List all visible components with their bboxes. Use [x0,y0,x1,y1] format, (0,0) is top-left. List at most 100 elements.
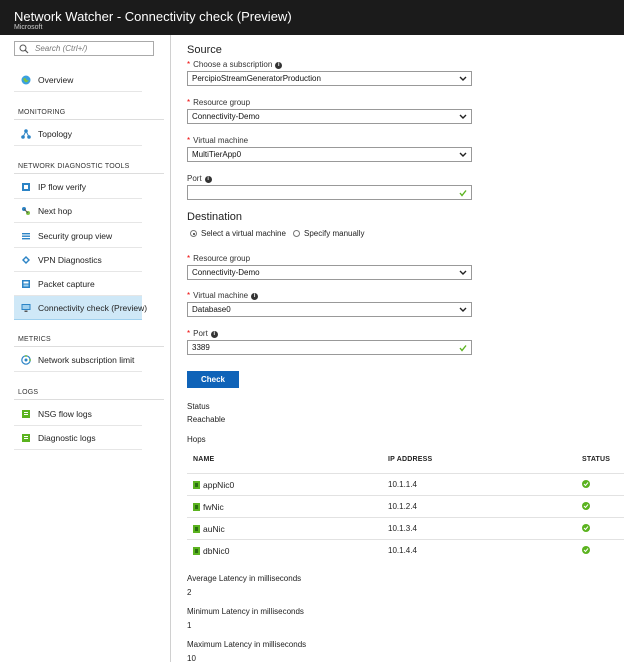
subscription-dropdown[interactable]: PercipioStreamGeneratorProduction [187,71,472,86]
column-header-status: STATUS [582,456,611,463]
check-circle-icon [582,502,590,510]
window-subtitle: Microsoft [14,24,43,31]
required-asterisk: * [187,329,191,338]
status-label: Status [187,402,210,411]
hop-name: dbNic0 [203,546,230,556]
check-circle-icon [582,524,590,532]
sidebar: Search (Ctrl+/) Overview MONITORING Topo… [0,35,171,662]
required-asterisk: * [187,254,191,263]
check-circle-icon [582,480,590,488]
check-circle-icon [582,546,590,554]
sidebar-item-diagnostic-logs[interactable]: Diagnostic logs [14,426,142,450]
search-input[interactable]: Search (Ctrl+/) [14,41,154,56]
table-row[interactable]: auNic 10.1.3.4 [187,517,624,539]
source-heading: Source [187,44,222,56]
source-vm-value: MultiTierApp0 [192,150,242,159]
radio-label: Select a virtual machine [201,229,286,238]
nic-icon [193,525,200,533]
checkmark-icon [459,190,467,197]
chevron-down-icon [459,270,467,275]
average-latency-label: Average Latency in milliseconds [187,574,302,583]
source-resource-group-label: * Resource group [187,98,251,107]
main-panel: Source * Choose a subscription i PercipioS… [172,35,624,663]
destination-type-radio-group: Select a virtual machine Specify manuall… [190,229,490,241]
monitor-icon [21,304,31,312]
radio-dot [190,230,197,237]
source-port-input[interactable] [187,185,472,200]
check-button[interactable]: Check [187,371,239,388]
log-icon [22,410,30,418]
info-icon: i [251,293,259,300]
chevron-down-icon [459,76,467,81]
hop-ip: 10.1.2.4 [388,502,417,511]
minimum-latency-value: 1 [187,621,192,630]
source-vm-dropdown[interactable]: MultiTierApp0 [187,147,472,162]
sidebar-item-connectivity-check[interactable]: Connectivity check (Preview) [14,296,147,320]
sidebar-item-security-group-view[interactable]: Security group view [14,224,142,248]
source-resource-group-value: Connectivity-Demo [192,112,260,121]
minimum-latency-label: Minimum Latency in milliseconds [187,607,304,616]
nic-icon [193,503,200,511]
destination-vm-label: * Virtual machine i [187,291,259,300]
title-bar: Network Watcher - Connectivity check (Pr… [0,0,624,35]
chevron-down-icon [459,152,467,157]
destination-vm-dropdown[interactable]: Database0 [187,302,472,317]
radio-dot [293,230,300,237]
topology-icon [21,129,31,139]
sidebar-item-overview[interactable]: Overview [14,68,142,92]
table-row[interactable]: fwNic 10.1.2.4 [187,495,624,517]
sidebar-item-label: Overview [38,75,74,85]
chevron-down-icon [459,307,467,312]
sidebar-item-label: Next hop [38,206,73,216]
divider [14,119,164,120]
source-resource-group-dropdown[interactable]: Connectivity-Demo [187,109,472,124]
info-icon: i [204,176,212,183]
sidebar-item-nsg-flow-logs[interactable]: NSG flow logs [14,402,142,426]
sidebar-item-label: Connectivity check (Preview) [38,303,148,313]
section-network-diagnostic-tools: NETWORK DIAGNOSTIC TOOLS [18,163,130,170]
search-placeholder: Search (Ctrl+/) [35,44,88,53]
destination-resource-group-dropdown[interactable]: Connectivity-Demo [187,265,472,280]
nic-icon [193,547,200,555]
subscription-label: * Choose a subscription i [187,60,283,69]
divider [14,346,164,347]
destination-resource-group-value: Connectivity-Demo [192,268,260,277]
required-asterisk: * [187,291,191,300]
destination-port-input[interactable]: 3389 [187,340,472,355]
average-latency-value: 2 [187,588,192,597]
hop-ip: 10.1.1.4 [388,480,417,489]
hop-name: fwNic [203,502,224,512]
search-icon [19,44,29,54]
security-group-icon [22,233,30,240]
column-header-name: NAME [193,456,215,463]
radio-label: Specify manually [304,229,365,238]
log-icon [22,434,30,442]
sidebar-item-topology[interactable]: Topology [14,122,142,146]
column-header-ip: IP ADDRESS [388,456,433,463]
required-asterisk: * [187,136,191,145]
table-row[interactable]: appNic0 10.1.1.4 [187,473,624,495]
sidebar-item-next-hop[interactable]: Next hop [14,199,142,223]
required-asterisk: * [187,98,191,107]
destination-heading: Destination [187,211,243,223]
sidebar-item-vpn-diagnostics[interactable]: VPN Diagnostics [14,248,142,272]
hop-name: auNic [203,524,225,534]
hop-name: appNic0 [203,480,235,490]
sidebar-item-label: Network subscription limit [38,355,135,365]
vpn-icon [22,256,30,264]
sidebar-item-network-subscription-limit[interactable]: Network subscription limit [14,348,142,372]
source-port-label: Port i [187,174,212,183]
packet-capture-icon [22,280,30,288]
divider [14,399,164,400]
globe-icon [21,75,31,85]
table-row[interactable]: dbNic0 10.1.4.4 [187,539,624,561]
sidebar-item-ip-flow-verify[interactable]: IP flow verify [14,175,142,199]
info-icon: i [275,62,283,69]
sidebar-item-label: VPN Diagnostics [38,255,102,265]
ip-flow-icon [22,183,30,191]
source-vm-label: * Virtual machine [187,136,249,145]
destination-resource-group-label: * Resource group [187,254,251,263]
chevron-down-icon [459,114,467,119]
required-asterisk: * [187,60,191,69]
sidebar-item-packet-capture[interactable]: Packet capture [14,272,142,296]
